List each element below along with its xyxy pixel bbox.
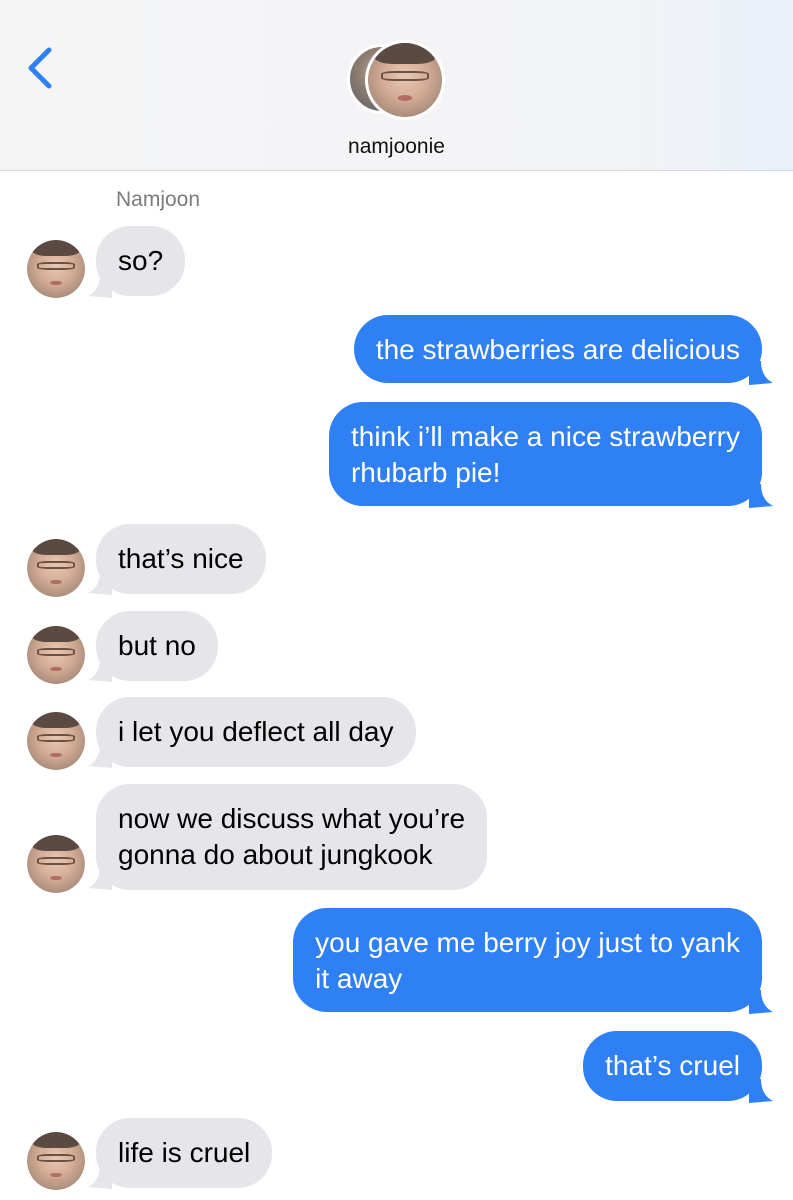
- sender-avatar: [27, 712, 85, 770]
- message-bubble-incoming[interactable]: life is cruel: [96, 1118, 273, 1188]
- message-bubble-outgoing[interactable]: the strawberries are delicious: [353, 315, 762, 383]
- contact-name[interactable]: namjoonie: [0, 135, 793, 159]
- message-bubble-outgoing[interactable]: think i’ll make a nice strawberry rhubar…: [328, 402, 762, 506]
- sender-avatar: [27, 626, 85, 684]
- contact-avatar-group[interactable]: [347, 40, 449, 120]
- bubble-tail: [749, 990, 773, 1014]
- sender-avatar: [27, 539, 85, 597]
- sender-avatar: [27, 835, 85, 893]
- message-bubble-outgoing[interactable]: that’s cruel: [583, 1031, 762, 1101]
- bubble-tail: [749, 1079, 773, 1103]
- message-bubble-outgoing[interactable]: you gave me berry joy just to yank it aw…: [293, 908, 762, 1012]
- back-chevron-icon[interactable]: [22, 44, 62, 92]
- sender-name-label: Namjoon: [116, 188, 201, 211]
- message-bubble-incoming[interactable]: now we discuss what you’re gonna do abou…: [96, 784, 488, 890]
- conversation-header: namjoonie: [0, 0, 793, 171]
- bubble-tail: [749, 361, 773, 385]
- message-bubble-incoming[interactable]: so?: [96, 226, 186, 296]
- message-bubble-incoming[interactable]: i let you deflect all day: [96, 697, 416, 767]
- bubble-tail: [749, 484, 773, 508]
- sender-avatar: [27, 1132, 85, 1190]
- sender-avatar: [27, 240, 85, 298]
- message-bubble-incoming[interactable]: that’s nice: [96, 524, 266, 594]
- message-bubble-incoming[interactable]: but no: [96, 611, 218, 681]
- contact-avatar: [365, 40, 445, 120]
